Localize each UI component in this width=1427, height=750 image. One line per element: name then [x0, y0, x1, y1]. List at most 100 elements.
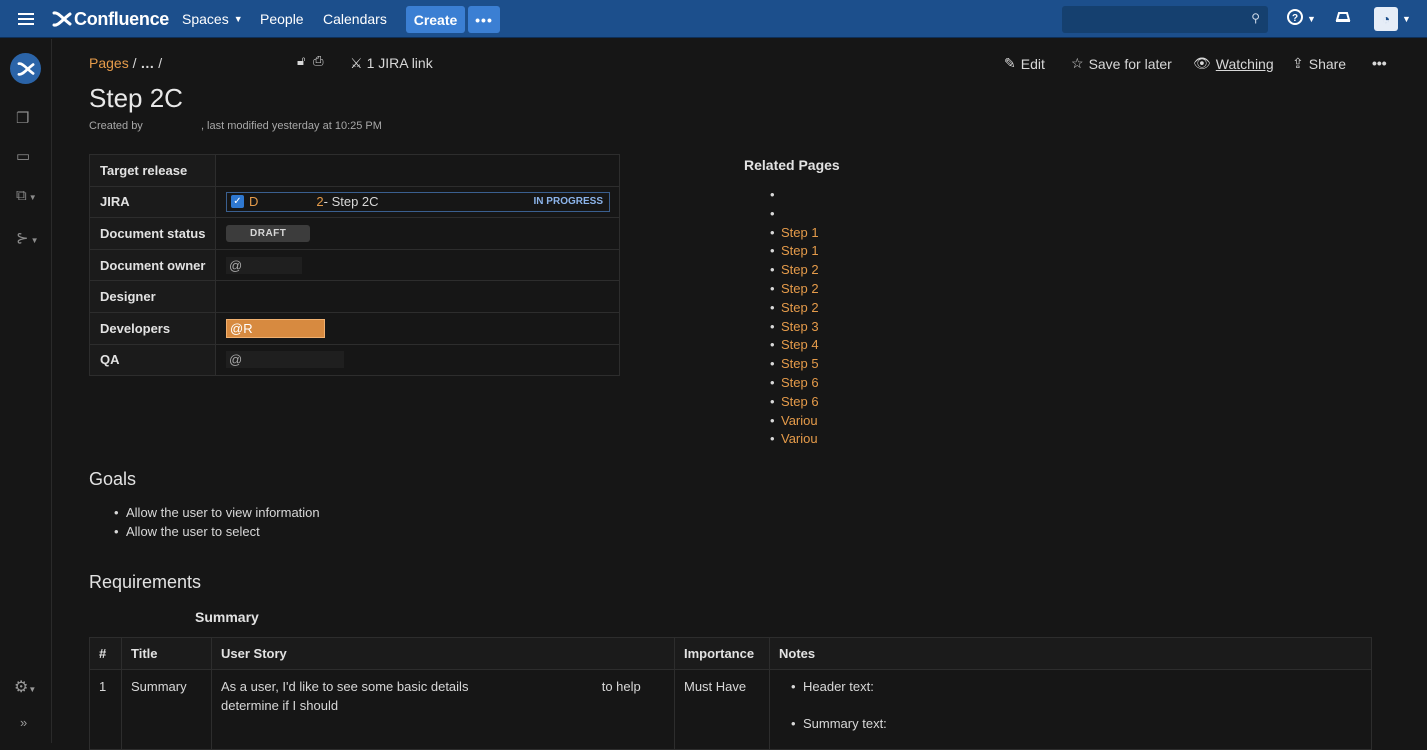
- app-switcher-icon[interactable]: [10, 5, 42, 33]
- calendar-icon[interactable]: ▭: [16, 147, 30, 165]
- page-tree-icon[interactable]: ⊱ ▼: [16, 229, 39, 247]
- table-header-row: # Title User Story Importance Notes: [89, 637, 1372, 670]
- pencil-icon: ✎: [1004, 55, 1016, 71]
- row-importance: Must Have: [674, 669, 770, 750]
- property-value: DRAFT: [215, 217, 620, 250]
- confluence-logo[interactable]: Confluence: [52, 6, 169, 32]
- shortcuts-icon[interactable]: ⧉ ▼: [16, 187, 37, 204]
- property-value: ✓ D 2 - Step 2C IN PROGRESS: [215, 185, 620, 219]
- confluence-x-icon: [17, 61, 34, 76]
- list-item[interactable]: Step 6: [770, 374, 819, 393]
- user-mention[interactable]: @: [226, 256, 302, 274]
- watching-label: Watching: [1215, 55, 1274, 72]
- nav-calendars[interactable]: Calendars: [323, 0, 387, 38]
- search-input[interactable]: ⚲: [1062, 6, 1268, 33]
- row-notes: Header text: Summary text:: [769, 669, 1372, 750]
- space-sidebar: ❐ ▭ ⧉ ▼ ⊱ ▼ ⚙▼ »: [0, 39, 52, 743]
- list-item[interactable]: Variou: [770, 430, 819, 449]
- property-key: Document owner: [89, 248, 216, 282]
- page-title: Step 2C: [89, 83, 183, 113]
- property-key: Target release: [89, 154, 216, 187]
- page-properties-table: Target release JIRA ✓ D 2 - Step 2C IN P…: [89, 154, 620, 377]
- gear-icon[interactable]: ⚙▼: [14, 677, 36, 697]
- share-button[interactable]: ⇪ Share: [1292, 55, 1346, 72]
- jira-issue-macro[interactable]: ✓ D 2 - Step 2C IN PROGRESS: [226, 191, 610, 212]
- table-row: Developers @R: [89, 311, 620, 345]
- jira-issue-key-suffix[interactable]: 2: [316, 194, 323, 209]
- search-icon: ⚲: [1251, 11, 1260, 25]
- unlock-icon[interactable]: 🔓︎: [297, 53, 305, 68]
- row-user-story: As a user, I'd like to see some basic de…: [211, 669, 675, 750]
- breadcrumb-pages-link[interactable]: Pages: [89, 55, 129, 71]
- list-item[interactable]: Step 2: [770, 299, 819, 318]
- list-item[interactable]: Step 2: [770, 261, 819, 280]
- goals-heading: Goals: [89, 469, 137, 489]
- help-menu[interactable]: ? ▼: [1287, 0, 1316, 38]
- user-mention[interactable]: @R: [226, 318, 325, 338]
- user-menu[interactable]: ◔ ▼: [1374, 0, 1411, 38]
- space-logo[interactable]: [10, 53, 41, 84]
- property-value: @R: [215, 311, 620, 345]
- row-title: Summary: [121, 669, 212, 750]
- breadcrumb-ellipsis[interactable]: …: [140, 55, 154, 71]
- property-key: JIRA: [89, 185, 216, 219]
- watching-button[interactable]: 👁︎ Watching: [1193, 55, 1274, 72]
- confluence-x-icon: [52, 11, 72, 27]
- byline-created: Created by: [89, 120, 143, 132]
- expand-sidebar-icon[interactable]: »: [20, 715, 27, 730]
- property-key: QA: [89, 343, 216, 377]
- requirements-table: # Title User Story Importance Notes 1 Su…: [89, 637, 1372, 750]
- nav-spaces[interactable]: Spaces ▼: [182, 0, 243, 38]
- jira-issue-summary: - Step 2C: [323, 194, 379, 210]
- breadcrumb: Pages / … /: [89, 55, 162, 71]
- table-row: Document status DRAFT: [89, 217, 620, 250]
- svg-text:?: ?: [1292, 13, 1298, 24]
- list-item[interactable]: Step 4: [770, 336, 819, 355]
- column-header: Importance: [674, 637, 770, 670]
- column-header: #: [89, 637, 122, 670]
- user-mention[interactable]: @: [226, 351, 344, 369]
- table-row: Designer: [89, 280, 620, 313]
- list-item[interactable]: [770, 205, 819, 224]
- logo-text: Confluence: [74, 8, 170, 29]
- byline-modified[interactable]: , last modified yesterday at 10:25 PM: [201, 120, 382, 132]
- summary-heading: Summary: [195, 609, 259, 625]
- jira-issue-key[interactable]: D: [249, 194, 258, 209]
- create-more-button[interactable]: •••: [468, 6, 500, 33]
- pages-icon[interactable]: ❐: [16, 109, 29, 127]
- help-icon: ?: [1287, 8, 1303, 30]
- nav-calendars-label: Calendars: [323, 11, 387, 27]
- attachment-icon[interactable]: ⎙: [313, 53, 323, 68]
- share-icon: ⇪: [1292, 55, 1304, 71]
- nav-people[interactable]: People: [260, 0, 304, 38]
- edit-button[interactable]: ✎ Edit: [1004, 55, 1045, 72]
- status-badge: DRAFT: [226, 225, 311, 243]
- list-item[interactable]: [770, 186, 819, 205]
- page-restrictions: 🔓︎ ⎙: [297, 53, 323, 69]
- list-item[interactable]: Step 1: [770, 224, 819, 243]
- property-value: [215, 154, 620, 187]
- related-pages-list: Step 1 Step 1 Step 2 Step 2 Step 2 Step …: [770, 186, 819, 449]
- list-item[interactable]: Step 6: [770, 393, 819, 412]
- list-item: Allow the user to select: [114, 522, 320, 541]
- table-row: JIRA ✓ D 2 - Step 2C IN PROGRESS: [89, 185, 620, 219]
- requirements-heading: Requirements: [89, 572, 202, 592]
- list-item[interactable]: Step 5: [770, 355, 819, 374]
- save-for-later-button[interactable]: ☆ Save for later: [1071, 55, 1172, 72]
- user-story-text: determine if I should: [221, 698, 339, 713]
- list-item[interactable]: Step 2: [770, 280, 819, 299]
- list-item[interactable]: Step 1: [770, 242, 819, 261]
- jira-link-button[interactable]: ⚔ 1 JIRA link: [350, 55, 433, 72]
- row-number: 1: [89, 669, 122, 750]
- column-header: Notes: [769, 637, 1372, 670]
- property-value: [215, 280, 620, 313]
- more-actions-button[interactable]: •••: [1372, 55, 1387, 71]
- notifications-button[interactable]: [1335, 0, 1351, 38]
- create-button[interactable]: Create: [406, 6, 465, 33]
- list-item[interactable]: Step 3: [770, 318, 819, 337]
- user-story-text: As a user, I'd like to see some basic de…: [221, 679, 469, 694]
- table-row: Document owner @: [89, 248, 620, 282]
- goals-list: Allow the user to view information Allow…: [114, 503, 320, 541]
- list-item[interactable]: Variou: [770, 412, 819, 431]
- star-icon: ☆: [1071, 55, 1084, 71]
